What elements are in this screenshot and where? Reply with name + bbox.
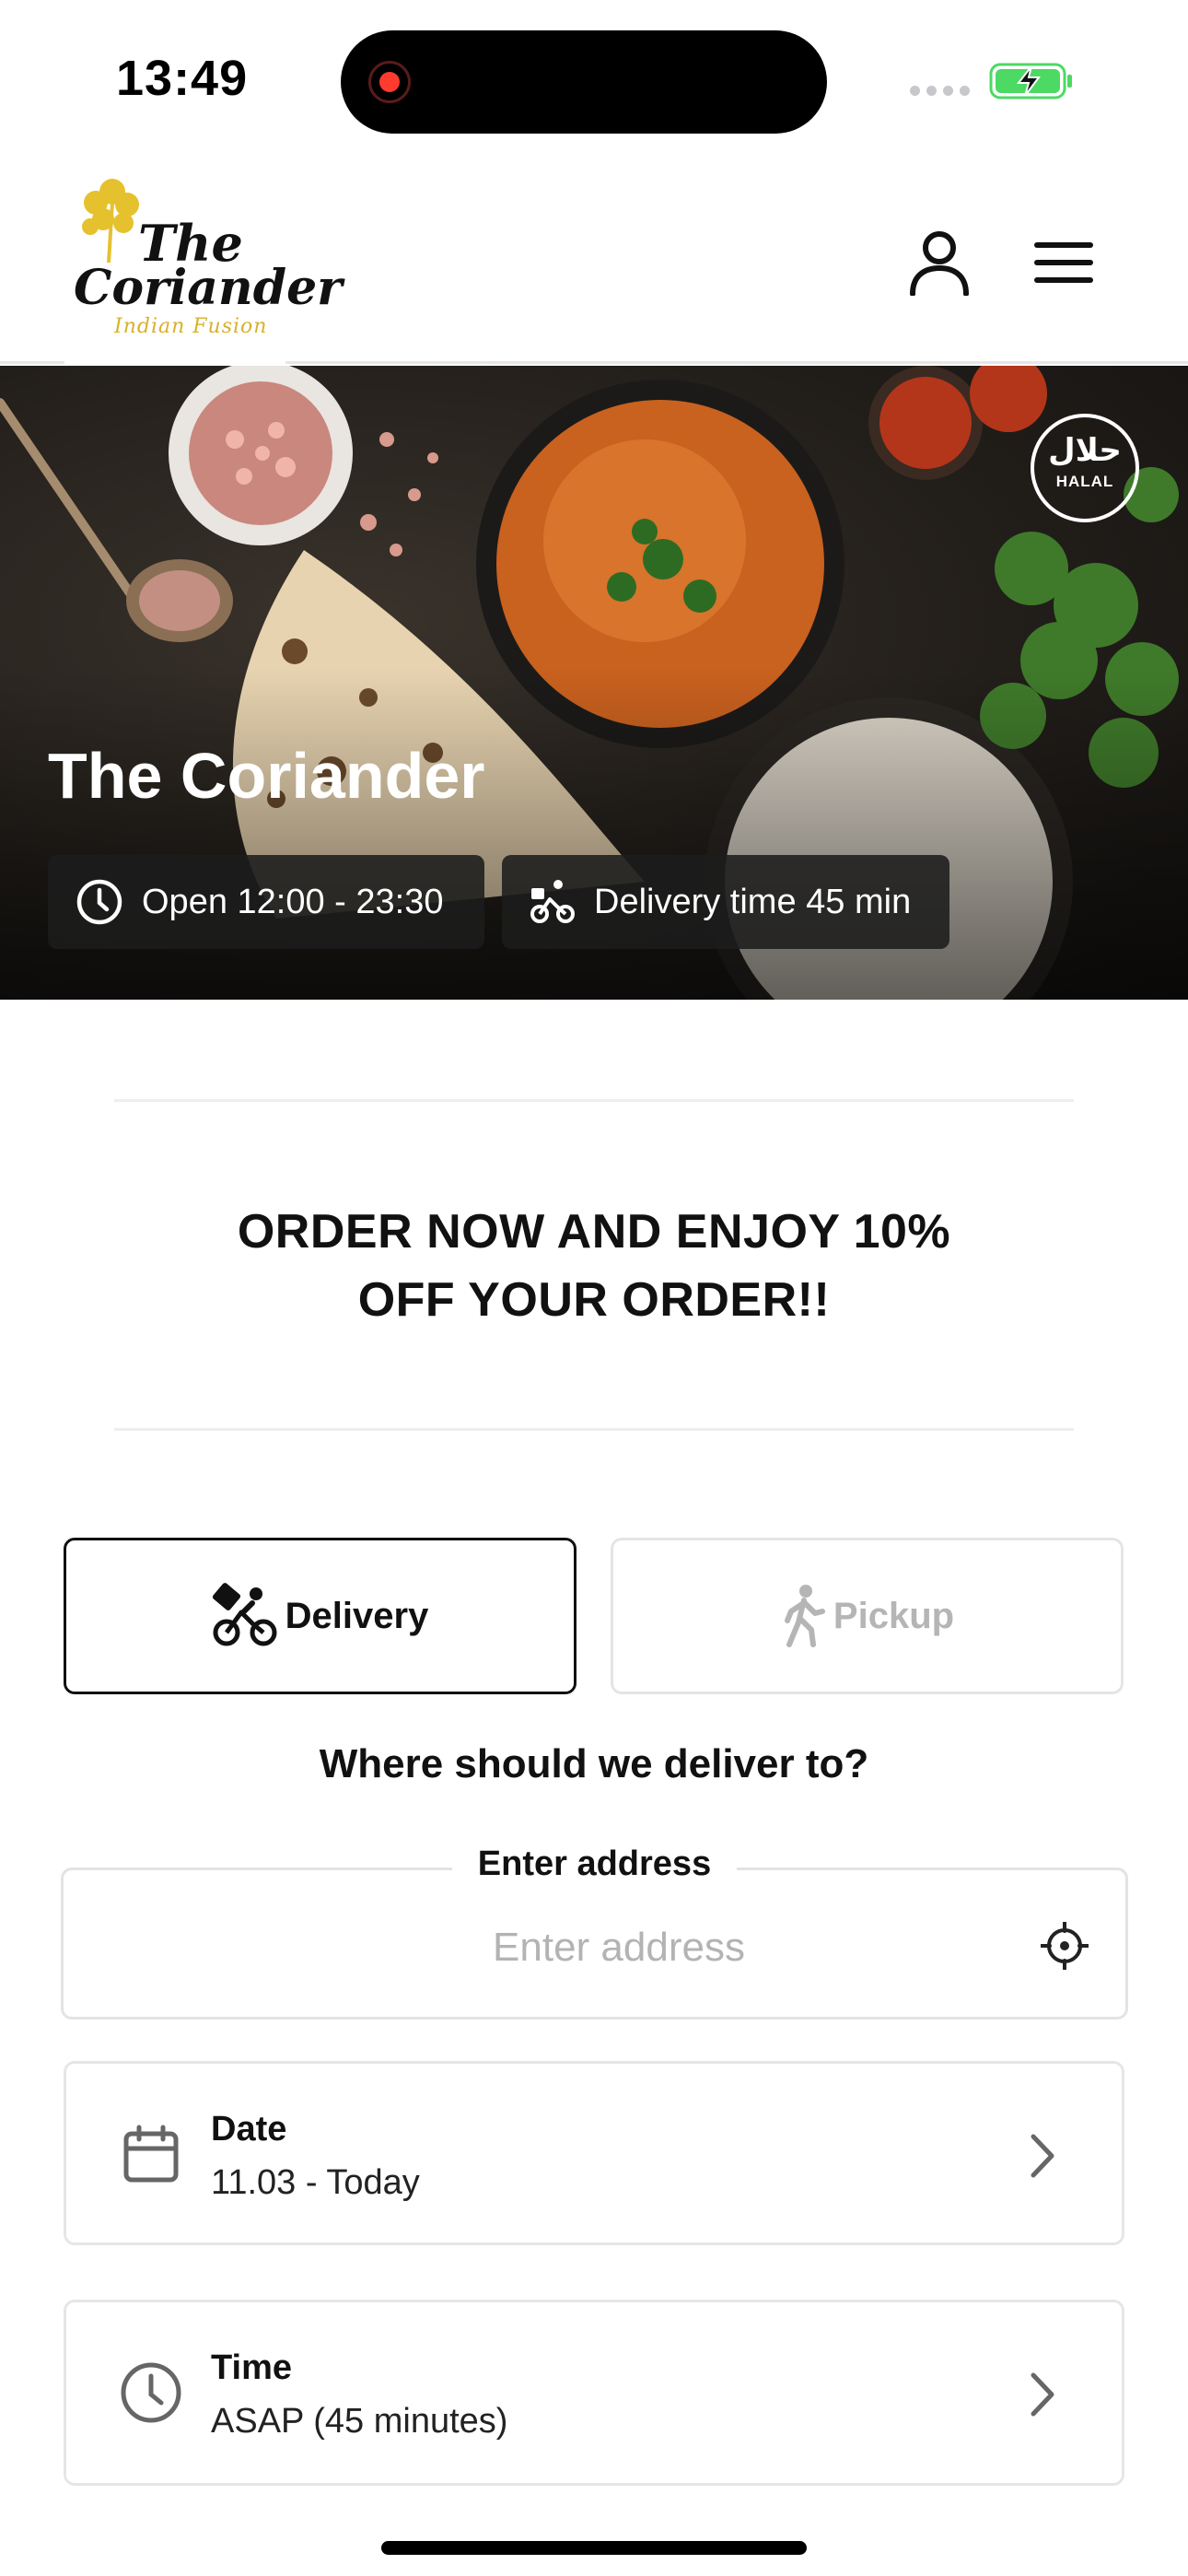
restaurant-name: The Coriander	[48, 740, 485, 812]
battery-charging-icon	[989, 63, 1072, 100]
halal-badge: حلال HALAL	[1031, 414, 1139, 522]
hero-banner: حلال HALAL The Coriander Open 12:00 - 23…	[0, 366, 1188, 1000]
status-time: 13:49	[116, 51, 249, 106]
chevron-right-icon	[1031, 2134, 1054, 2178]
status-bar: 13:49	[0, 0, 1188, 157]
delivery-mode-button[interactable]: Delivery	[64, 1538, 577, 1694]
time-selector-row[interactable]: Time ASAP (45 minutes)	[64, 2300, 1124, 2486]
address-input[interactable]	[100, 1920, 1021, 1975]
pickup-mode-button[interactable]: Pickup	[611, 1538, 1124, 1694]
halal-label: HALAL	[1055, 473, 1114, 490]
logo-text-name: Coriander	[74, 260, 343, 316]
time-value: ASAP (45 minutes)	[211, 2402, 508, 2441]
user-icon	[910, 231, 969, 296]
date-label: Date	[211, 2110, 287, 2149]
calendar-icon	[123, 2125, 179, 2183]
delivery-bike-icon	[212, 1583, 277, 1646]
recording-indicator-icon	[368, 61, 411, 103]
date-value: 11.03 - Today	[211, 2163, 420, 2202]
delivery-time-chip: Delivery time 45 min	[502, 855, 949, 949]
date-chevron	[1015, 2128, 1070, 2184]
clock-icon-wrap	[116, 2358, 186, 2428]
delivery-bike-icon	[530, 880, 575, 923]
locate-me-button[interactable]	[1026, 1907, 1103, 1985]
opening-hours-chip: Open 12:00 - 23:30	[48, 855, 484, 949]
promo-line-2: OFF YOUR ORDER!!	[357, 1273, 831, 1327]
promo-line-1: ORDER NOW AND ENJOY 10%	[237, 1205, 951, 1259]
promo-divider-bottom	[114, 1428, 1074, 1431]
account-button[interactable]	[898, 221, 981, 304]
address-field-label: Enter address	[451, 1844, 738, 1883]
home-indicator[interactable]	[381, 2541, 807, 2555]
delivery-question: Where should we deliver to?	[319, 1741, 869, 1786]
pickup-mode-label: Pickup	[833, 1595, 955, 1636]
clock-icon	[76, 879, 122, 925]
promo-divider-top	[114, 1099, 1074, 1102]
opening-hours-text: Open 12:00 - 23:30	[142, 882, 444, 921]
time-label: Time	[211, 2348, 293, 2387]
restaurant-logo[interactable]: The Coriander Indian Fusion	[64, 175, 343, 350]
halal-arabic-text: حلال	[1048, 432, 1122, 469]
app-header: The Coriander Indian Fusion	[0, 157, 1188, 369]
hero-gradient-overlay	[0, 668, 1188, 1000]
time-chevron	[1015, 2367, 1070, 2422]
promo-banner: ORDER NOW AND ENJOY 10% OFF YOUR ORDER!!	[0, 1198, 1188, 1334]
dynamic-island	[341, 30, 827, 134]
logo-tagline: Indian Fusion	[114, 315, 268, 338]
delivery-mode-label: Delivery	[285, 1595, 429, 1636]
cellular-signal-icon	[910, 86, 970, 96]
address-field-label-wrap: Enter address	[64, 1844, 1125, 1884]
date-selector-row[interactable]: Date 11.03 - Today	[64, 2061, 1124, 2245]
address-field-box: Enter address	[61, 1844, 1128, 2020]
hamburger-menu-icon	[1034, 242, 1093, 283]
delivery-time-text: Delivery time 45 min	[594, 882, 912, 921]
calendar-icon-wrap	[116, 2119, 186, 2189]
chevron-right-icon	[1031, 2372, 1054, 2417]
crosshair-location-icon	[1041, 1922, 1089, 1970]
walking-person-icon	[784, 1585, 825, 1647]
menu-button[interactable]	[1022, 221, 1105, 304]
clock-icon	[121, 2362, 181, 2423]
